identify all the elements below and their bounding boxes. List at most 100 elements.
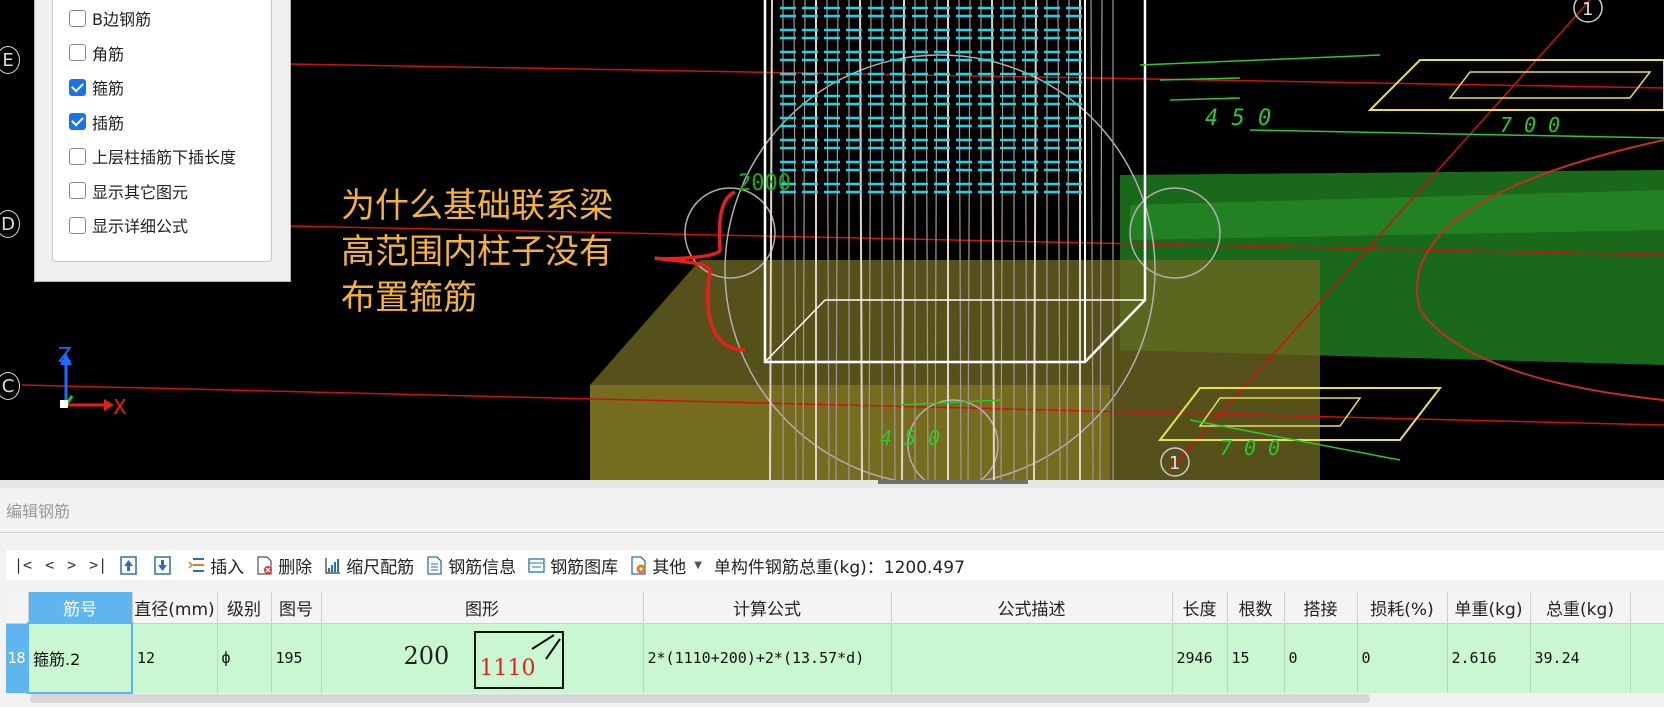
cell-unit-weight[interactable]: 2.616 [1447, 623, 1531, 693]
axis-marker-top-label: 1 [1582, 0, 1593, 20]
annotation-line-3: 布置箍筋 [341, 278, 477, 318]
annotation-line-1: 为什么基础联系梁 [341, 186, 613, 226]
checkbox-unchecked[interactable] [69, 216, 86, 234]
nav-first-button[interactable]: |< [14, 556, 32, 574]
cell-length[interactable]: 2946 [1172, 623, 1228, 693]
header-bar-number[interactable]: 筋号 [28, 592, 133, 624]
nav-last-button[interactable]: >| [89, 556, 107, 574]
move-down-button[interactable] [154, 555, 176, 575]
checkbox-unchecked[interactable] [69, 147, 86, 165]
delete-label: 删除 [278, 557, 313, 578]
header-formula[interactable]: 计算公式 [643, 592, 892, 624]
grid-line-e [289, 63, 1664, 89]
header-grade[interactable]: 级别 [217, 592, 272, 624]
cell-count[interactable]: 15 [1227, 623, 1285, 693]
row-index[interactable]: 18 [6, 623, 29, 693]
panel-splitter[interactable] [0, 480, 1664, 488]
stirrup-ring [780, 50, 1088, 62]
header-total-weight[interactable]: 总重(kg) [1530, 592, 1631, 624]
document-icon [427, 555, 442, 575]
cell-total-weight[interactable]: 39.24 [1530, 623, 1631, 693]
header-unit-weight[interactable]: 单重(kg) [1447, 592, 1531, 624]
move-down-icon [154, 555, 171, 575]
rebar-info-label: 钢筋信息 [448, 557, 517, 578]
stirrup-ring [780, 28, 1088, 40]
stirrup-ring [780, 94, 1088, 106]
header-loss[interactable]: 损耗(%) [1357, 592, 1448, 624]
cell-extra [1630, 623, 1664, 693]
header-extra [1630, 592, 1664, 624]
cell-lap[interactable]: 0 [1284, 623, 1358, 693]
header-count[interactable]: 根数 [1227, 592, 1285, 624]
nav-next-button[interactable]: > [67, 556, 76, 574]
move-up-button[interactable] [120, 555, 142, 575]
checkbox-checked[interactable] [69, 113, 86, 130]
cell-formula[interactable]: 2*(1110+200)+2*(13.57*d) [643, 623, 892, 693]
stirrup-ring [780, 160, 1088, 172]
total-weight-text: 单构件钢筋总重(kg)：1200.497 [713, 557, 965, 578]
dim-700-top: 7 0 0 [1500, 113, 1560, 137]
cyan-stirrups [780, 6, 1088, 194]
filter-option-label: 插筋 [92, 113, 125, 133]
filter-option[interactable]: 箍筋 [69, 72, 124, 102]
other-label: 其他 [652, 557, 687, 578]
dim-450-top: 4 5 0 [1205, 106, 1271, 131]
insert-button[interactable]: 插入 [188, 553, 244, 578]
filter-option-label: 显示详细公式 [92, 217, 189, 236]
horizontal-scrollbar[interactable] [30, 694, 1370, 703]
library-icon [528, 557, 545, 573]
header-diameter[interactable]: 直径(mm) [132, 592, 218, 624]
cell-loss[interactable]: 0 [1357, 623, 1448, 693]
checkbox-unchecked[interactable] [69, 182, 86, 199]
header-lap[interactable]: 搭接 [1284, 592, 1358, 624]
shape-dim-200: 200 [403, 641, 450, 670]
dim-450-bottom: 4 5 0 [880, 426, 940, 450]
display-filter-panel: B边钢筋角筋箍筋插筋上层柱插筋下插长度 显示其它图元 显示详细公式 [34, 0, 291, 282]
rebar-info-button[interactable]: 钢筋信息 [426, 553, 516, 578]
3d-viewport[interactable]: 4 5 0 7 0 0 7 0 0 4 5 0 2000 1 1 Z X E D… [0, 0, 1664, 480]
checkbox-unchecked[interactable] [69, 9, 86, 27]
cell-diameter[interactable]: 12 [132, 623, 218, 693]
stirrup-ring [780, 116, 1088, 128]
insert-label: 插入 [210, 557, 245, 578]
delete-button[interactable]: 删除 [256, 553, 312, 578]
x-axis-label: X [113, 395, 127, 419]
cell-figure-no[interactable]: 195 [271, 623, 322, 693]
filter-option[interactable]: 角筋 [69, 38, 124, 68]
filter-option[interactable]: 插筋 [69, 107, 124, 137]
rebar-library-button[interactable]: 钢筋图库 [528, 553, 618, 578]
annotation-line-2: 高范围内柱子没有 [341, 232, 613, 272]
header-figure-no[interactable]: 图号 [271, 592, 322, 624]
table-row[interactable]: 18 箍筋.2 12 ф 195 200 1110 2*(1110+200)+2… [6, 622, 1664, 694]
cell-shape[interactable]: 200 1110 [321, 623, 644, 693]
header-description[interactable]: 公式描述 [891, 592, 1173, 624]
rebar-table: 筋号 直径(mm) 级别 图号 图形 计算公式 公式描述 长度 根数 搭接 损耗… [6, 592, 1664, 694]
origin-box [60, 400, 68, 408]
checkbox-unchecked[interactable] [69, 44, 86, 61]
splitter-grip[interactable] [878, 480, 1028, 484]
checkbox-checked[interactable] [69, 78, 86, 96]
axis-marker-bottom-label: 1 [1169, 453, 1180, 474]
settings-doc-icon [631, 555, 646, 575]
cell-grade[interactable]: ф [217, 623, 272, 693]
filter-option[interactable]: B边钢筋 [69, 3, 151, 33]
filter-option-label: 显示其它图元 [92, 182, 189, 202]
stirrup-ring [780, 6, 1088, 18]
shape-dim-1110: 1110 [479, 655, 536, 681]
cell-bar-number[interactable]: 箍筋.2 [27, 622, 133, 694]
scale-rebar-button[interactable]: 缩尺配筋 [324, 553, 414, 578]
stirrup-ring [780, 182, 1088, 194]
stirrup-ring [780, 138, 1088, 150]
cell-description[interactable] [891, 623, 1173, 693]
scale-rebar-icon [325, 557, 341, 574]
other-menu-button[interactable]: 其他 ▼ [630, 553, 702, 578]
filter-option[interactable]: 显示详细公式 [69, 210, 188, 240]
nav-prev-button[interactable]: < [45, 556, 54, 574]
filter-option[interactable]: 上层柱插筋下插长度 [69, 141, 236, 171]
header-length[interactable]: 长度 [1172, 592, 1228, 624]
header-shape[interactable]: 图形 [321, 592, 644, 624]
filter-option-label: 上层柱插筋下插长度 [92, 148, 237, 167]
filter-list: B边钢筋角筋箍筋插筋上层柱插筋下插长度 显示其它图元 显示详细公式 [52, 0, 272, 262]
dropdown-arrow-icon: ▼ [694, 559, 702, 571]
filter-option[interactable]: 显示其它图元 [69, 176, 188, 206]
